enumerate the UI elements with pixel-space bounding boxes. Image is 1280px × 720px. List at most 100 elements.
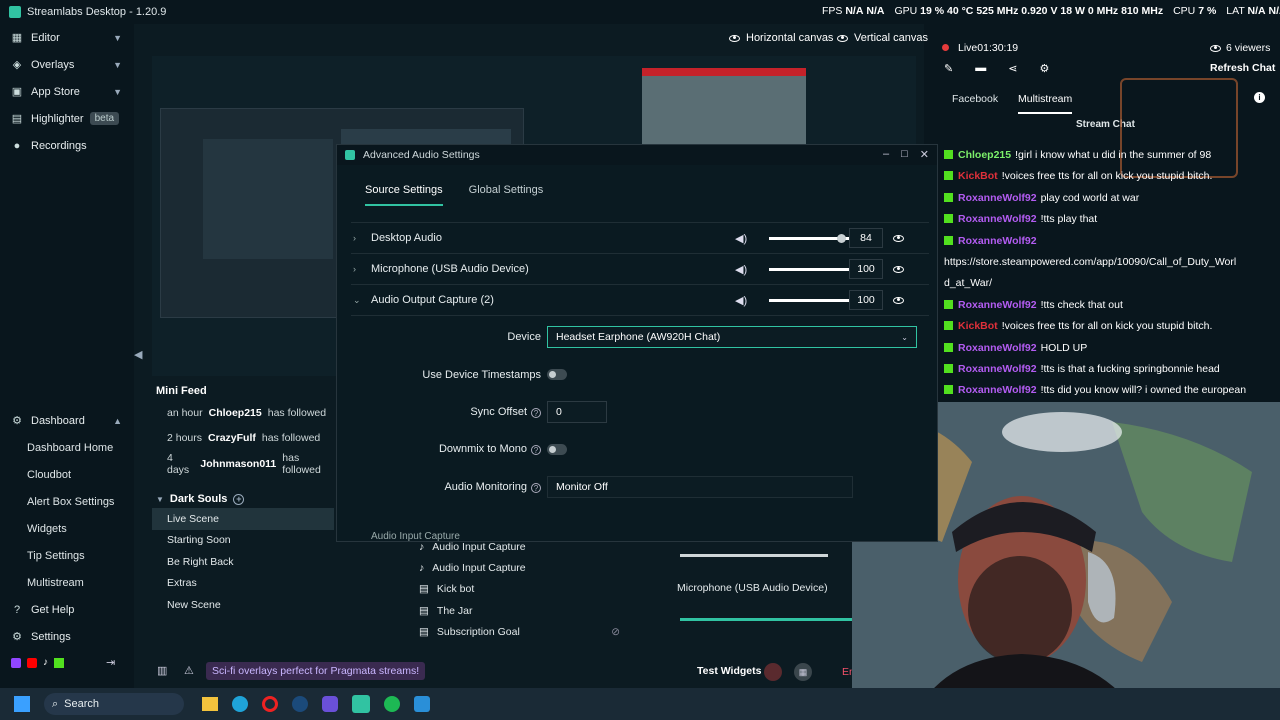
nav-highlighter[interactable]: ▤ Highlighter beta: [0, 105, 134, 132]
scene-item[interactable]: Extras: [152, 573, 334, 595]
scene-item[interactable]: New Scene: [152, 594, 334, 616]
minimize-icon[interactable]: –: [883, 148, 889, 161]
speaker-icon[interactable]: ◀): [735, 263, 747, 276]
youtube-icon[interactable]: [27, 657, 37, 668]
twitch-icon[interactable]: [11, 657, 21, 668]
discord-icon[interactable]: [322, 696, 338, 712]
source-row-audio-output-capture[interactable]: ⌄ Audio Output Capture (2) ◀) 100: [351, 285, 929, 316]
help-icon[interactable]: ?: [531, 445, 541, 455]
source-item[interactable]: ▤ Subscription Goal ⊘: [412, 621, 652, 642]
tiktok-icon[interactable]: ♪: [43, 657, 48, 668]
volume-value[interactable]: 84: [849, 228, 883, 248]
vertical-canvas-toggle[interactable]: Vertical canvas: [837, 32, 928, 44]
volume-slider[interactable]: [769, 234, 855, 243]
schedule-icon[interactable]: ▦: [794, 663, 812, 681]
tab-global-settings[interactable]: Global Settings: [469, 184, 544, 206]
promo-banner[interactable]: Sci-fi overlays perfect for Pragmata str…: [206, 662, 426, 680]
stats-icon[interactable]: ▥: [157, 664, 167, 677]
volume-slider[interactable]: [769, 265, 860, 274]
tab-source-settings[interactable]: Source Settings: [365, 184, 443, 206]
nav-get-help[interactable]: ? Get Help: [0, 596, 134, 623]
source-row-desktop-audio[interactable]: › Desktop Audio ◀) 84: [351, 223, 929, 254]
eye-icon[interactable]: [893, 296, 904, 304]
nav-multistream[interactable]: Multistream: [0, 569, 134, 596]
chat-username[interactable]: RoxanneWolf92: [958, 299, 1037, 311]
test-widgets-label[interactable]: Test Widgets: [697, 665, 761, 677]
source-item[interactable]: ▤ The Jar: [412, 600, 652, 621]
chat-username[interactable]: RoxanneWolf92: [958, 235, 1037, 247]
visibility-off-icon[interactable]: ⊘: [611, 626, 620, 638]
source-row-microphone[interactable]: › Microphone (USB Audio Device) ◀) 100: [351, 254, 929, 285]
chat-username[interactable]: RoxanneWolf92: [958, 192, 1037, 204]
eye-icon[interactable]: [893, 265, 904, 273]
info-icon[interactable]: i: [1254, 92, 1265, 103]
use-device-timestamps-toggle[interactable]: [547, 369, 567, 380]
edit-icon[interactable]: ✎: [944, 62, 953, 75]
alert-icon[interactable]: ⚠: [184, 664, 194, 677]
app-icon[interactable]: [414, 696, 430, 712]
share-icon[interactable]: ⋖: [1008, 62, 1017, 75]
feed-row[interactable]: 2 hours CrazyFulf has followed: [152, 426, 334, 452]
tab-facebook[interactable]: Facebook: [952, 93, 998, 105]
source-item[interactable]: ♪ Audio Input Capture: [412, 557, 652, 578]
horizontal-canvas-toggle[interactable]: Horizontal canvas: [729, 32, 833, 44]
chat-username[interactable]: Chloep215: [958, 149, 1011, 161]
opera-icon[interactable]: [262, 696, 278, 712]
file-explorer-icon[interactable]: [202, 697, 218, 711]
speaker-icon[interactable]: ◀): [735, 232, 747, 245]
streamlabs-taskbar-icon[interactable]: [352, 695, 370, 713]
close-icon[interactable]: ✕: [920, 148, 929, 161]
steam-icon[interactable]: [292, 696, 308, 712]
chat-username[interactable]: KickBot: [958, 320, 998, 332]
tab-multistream[interactable]: Multistream: [1018, 93, 1073, 114]
nav-editor[interactable]: ▦ Editor ▼: [0, 24, 134, 51]
taskbar-search[interactable]: ⌕ Search: [44, 693, 184, 715]
windows-start-icon[interactable]: [14, 696, 30, 712]
chat-username[interactable]: KickBot: [958, 170, 998, 182]
edge-icon[interactable]: [232, 696, 248, 712]
nav-tip-settings[interactable]: Tip Settings: [0, 542, 134, 569]
scene-item[interactable]: Starting Soon: [152, 530, 334, 552]
nav-overlays[interactable]: ◈ Overlays ▼: [0, 51, 134, 78]
nav-app-store[interactable]: ▣ App Store ▼: [0, 78, 134, 105]
feed-row[interactable]: an hour Chloep215 has followed: [152, 400, 334, 426]
source-row-audio-input-capture[interactable]: Audio Input Capture: [371, 531, 460, 541]
scene-collection-header[interactable]: ▼ Dark Souls +: [152, 490, 334, 508]
slider-knob[interactable]: [837, 234, 847, 243]
speaker-icon[interactable]: ◀): [735, 294, 747, 307]
spotify-icon[interactable]: [384, 696, 400, 712]
source-item[interactable]: ▤ Kick bot: [412, 579, 652, 600]
scene-item[interactable]: Live Scene: [152, 508, 334, 530]
refresh-chat-button[interactable]: Refresh Chat: [1210, 62, 1275, 74]
device-select[interactable]: Headset Earphone (AW920H Chat) ⌄: [547, 326, 917, 348]
volume-value[interactable]: 100: [849, 290, 883, 310]
audio-monitoring-select[interactable]: Monitor Off: [547, 476, 853, 498]
kick-icon[interactable]: [54, 657, 64, 668]
help-icon[interactable]: ?: [531, 483, 541, 493]
mixer-slider[interactable]: [680, 554, 828, 557]
nav-alert-box-settings[interactable]: Alert Box Settings: [0, 488, 134, 515]
chat-username[interactable]: RoxanneWolf92: [958, 363, 1037, 375]
nav-cloudbot[interactable]: Cloudbot: [0, 461, 134, 488]
chat-username[interactable]: RoxanneWolf92: [958, 213, 1037, 225]
add-scene-icon[interactable]: +: [233, 493, 245, 505]
maximize-icon[interactable]: □: [901, 148, 908, 161]
record-button[interactable]: [764, 663, 782, 681]
scene-item[interactable]: Be Right Back: [152, 551, 334, 573]
volume-slider[interactable]: [769, 296, 860, 305]
volume-value[interactable]: 100: [849, 259, 883, 279]
downmix-to-mono-toggle[interactable]: [547, 444, 567, 455]
nav-dashboard-home[interactable]: Dashboard Home: [0, 434, 134, 461]
feed-row[interactable]: 4 days Johnmason011 has followed: [152, 451, 334, 477]
collapse-left-icon[interactable]: ◀: [134, 348, 142, 361]
chat-username[interactable]: RoxanneWolf92: [958, 342, 1037, 354]
nav-settings[interactable]: ⚙ Settings: [0, 623, 134, 650]
nav-recordings[interactable]: ● Recordings: [0, 132, 134, 159]
chat-username[interactable]: RoxanneWolf92: [958, 384, 1037, 396]
sync-offset-input[interactable]: 0: [547, 401, 607, 423]
nav-widgets[interactable]: Widgets: [0, 515, 134, 542]
folder-icon[interactable]: ▬: [975, 62, 986, 75]
logout-icon[interactable]: ⇥: [106, 656, 115, 669]
eye-icon[interactable]: [893, 234, 904, 242]
gear-icon[interactable]: ⚙: [1039, 62, 1049, 75]
